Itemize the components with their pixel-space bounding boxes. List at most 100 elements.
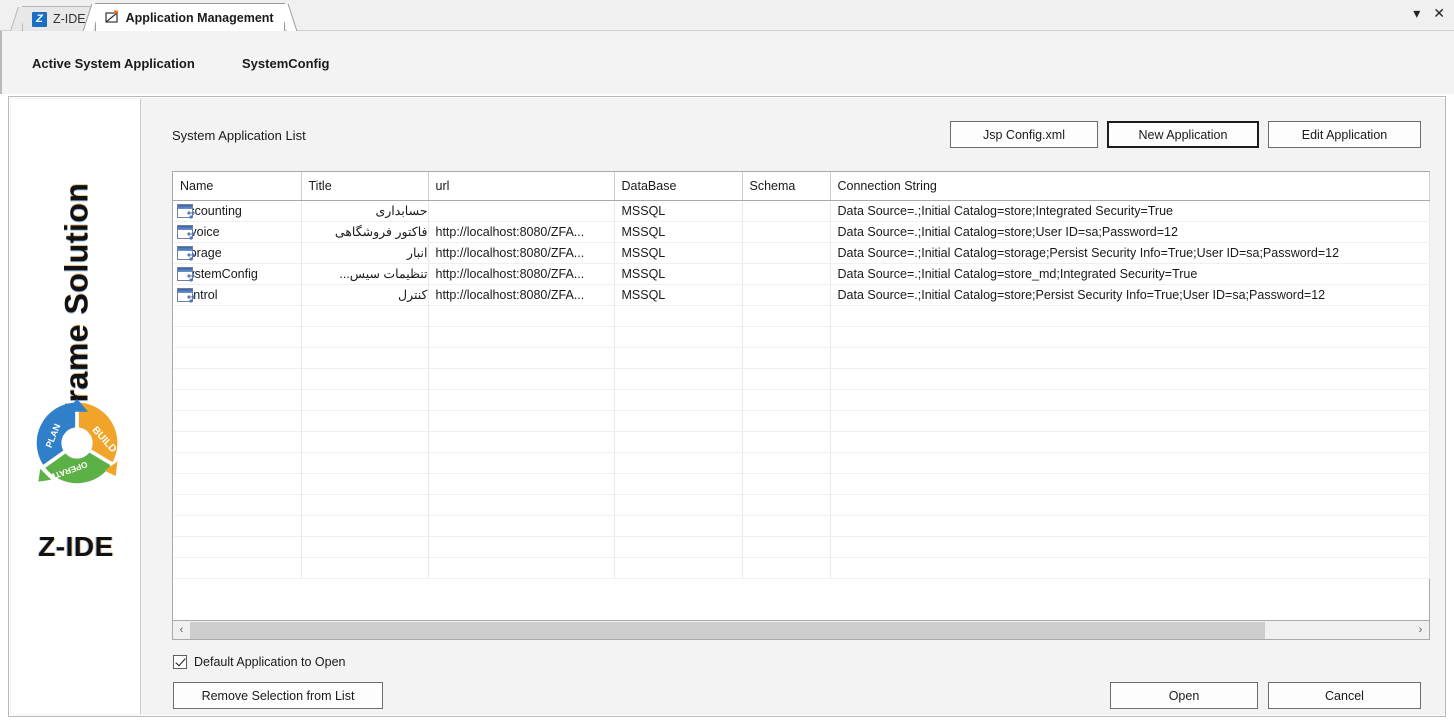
cell-empty (614, 494, 743, 516)
column-header-name[interactable]: Name (173, 172, 302, 201)
cell-empty (830, 326, 1430, 348)
cell-empty (742, 368, 831, 390)
cell-empty (173, 494, 302, 516)
cell-database: MSSQL (614, 242, 743, 264)
cancel-button[interactable]: Cancel (1268, 682, 1421, 709)
cell-empty (428, 347, 615, 369)
cell-empty (830, 557, 1430, 579)
table-row-empty[interactable] (173, 557, 1430, 579)
menu-item-active-system-application[interactable]: Active System Application (32, 56, 195, 71)
scrollbar-thumb[interactable] (190, 621, 1266, 639)
table-row-empty[interactable] (173, 347, 1430, 369)
cell-empty (173, 431, 302, 453)
table-body: Accounting حسابداری MSSQL Data Source=.;Ini… (173, 200, 1430, 579)
new-application-button[interactable]: New Application (1107, 121, 1259, 148)
table-row[interactable]: SystemConfig تنظیمات سیس... http://localho… (173, 263, 1430, 285)
chevron-down-icon[interactable]: ▾ (1413, 6, 1420, 20)
cell-empty (830, 431, 1430, 453)
scroll-left-arrow-icon[interactable]: ‹ (173, 622, 190, 639)
tab-strip: Z Z-IDE Application Management (10, 3, 297, 31)
cell-url (428, 200, 615, 222)
application-window-icon (177, 203, 195, 219)
cell-empty (428, 557, 615, 579)
table-row-empty[interactable] (173, 305, 1430, 327)
table-row-empty[interactable] (173, 452, 1430, 474)
table-row-empty[interactable] (173, 431, 1430, 453)
app-window-icon (105, 10, 120, 25)
title-bar: Z Z-IDE Application Management ▾ ✕ (0, 0, 1454, 31)
list-caption: System Application List (172, 128, 306, 143)
table-row-empty[interactable] (173, 410, 1430, 432)
table-row[interactable]: Invoice فاکتور فروشگاهی http://localhost:8… (173, 221, 1430, 243)
tab-slant-right (278, 4, 297, 31)
cell-title: حسابداری (301, 200, 429, 222)
cell-empty (742, 347, 831, 369)
table-row-empty[interactable] (173, 326, 1430, 348)
column-header-database[interactable]: DataBase (614, 172, 743, 201)
cell-schema (742, 284, 831, 306)
menu-bar: Active System Application SystemConfig (0, 31, 1454, 94)
cell-connection-string: Data Source=.;Initial Catalog=store;Inte… (830, 200, 1430, 222)
cell-empty (830, 368, 1430, 390)
cell-empty (301, 305, 429, 327)
cell-empty (614, 347, 743, 369)
menu-item-system-config[interactable]: SystemConfig (242, 56, 329, 71)
cell-connection-string: Data Source=.;Initial Catalog=store_md;I… (830, 263, 1430, 285)
column-header-schema[interactable]: Schema (742, 172, 831, 201)
application-window-icon (177, 224, 195, 240)
table-row-empty[interactable] (173, 389, 1430, 411)
table-row[interactable]: storage انبار http://localhost:8080/ZFA...… (173, 242, 1430, 264)
tab-application-management[interactable]: Application Management (82, 3, 297, 31)
main-frame: ZFrame Solution BUILD OPERATE PLAN Z-IDE… (8, 96, 1446, 717)
default-application-checkbox-row[interactable]: Default Application to Open (173, 655, 346, 669)
table-row-empty[interactable] (173, 515, 1430, 537)
table-row-empty[interactable] (173, 494, 1430, 516)
cell-schema (742, 242, 831, 264)
plan-build-operate-cycle-icon: BUILD OPERATE PLAN (31, 397, 123, 489)
cell-empty (614, 452, 743, 474)
horizontal-scrollbar[interactable]: ‹ › (172, 621, 1430, 640)
table-row-empty[interactable] (173, 473, 1430, 495)
cell-empty (173, 536, 302, 558)
cell-title: تنظیمات سیس... (301, 263, 429, 285)
cell-empty (830, 473, 1430, 495)
cell-empty (614, 326, 743, 348)
edit-application-button[interactable]: Edit Application (1268, 121, 1421, 148)
table-header-row: Name Title url DataBase Schema Connectio… (173, 172, 1430, 201)
cell-schema (742, 200, 831, 222)
cell-empty (301, 515, 429, 537)
default-application-label: Default Application to Open (194, 655, 346, 669)
default-application-checkbox[interactable] (173, 655, 187, 669)
remove-selection-button[interactable]: Remove Selection from List (173, 682, 383, 709)
cell-empty (742, 389, 831, 411)
jsp-config-button[interactable]: Jsp Config.xml (950, 121, 1098, 148)
cell-url: http://localhost:8080/ZFA... (428, 263, 615, 285)
close-icon[interactable]: ✕ (1433, 6, 1445, 20)
cell-database: MSSQL (614, 263, 743, 285)
column-header-title[interactable]: Title (301, 172, 429, 201)
cell-empty (173, 515, 302, 537)
cell-empty (614, 431, 743, 453)
cell-empty (301, 326, 429, 348)
application-window-icon (177, 245, 195, 261)
column-header-connection-string[interactable]: Connection String (830, 172, 1430, 201)
application-grid[interactable]: Name Title url DataBase Schema Connectio… (172, 171, 1430, 621)
table-row[interactable]: Accounting حسابداری MSSQL Data Source=.;Ini… (173, 200, 1430, 222)
cell-empty (428, 515, 615, 537)
cell-empty (830, 536, 1430, 558)
open-button[interactable]: Open (1110, 682, 1258, 709)
cell-empty (742, 494, 831, 516)
scrollbar-track[interactable] (190, 621, 1412, 639)
table-row-empty[interactable] (173, 536, 1430, 558)
cell-empty (173, 368, 302, 390)
scroll-right-arrow-icon[interactable]: › (1412, 622, 1429, 639)
table-row-empty[interactable] (173, 368, 1430, 390)
cell-empty (614, 389, 743, 411)
table-row[interactable]: control کنترل http://localhost:8080/ZFA...… (173, 284, 1430, 306)
column-header-url[interactable]: url (428, 172, 615, 201)
cell-title: کنترل (301, 284, 429, 306)
z-logo-icon: Z (32, 11, 47, 27)
cell-empty (428, 452, 615, 474)
cell-name: Accounting (173, 200, 302, 222)
cell-empty (301, 410, 429, 432)
